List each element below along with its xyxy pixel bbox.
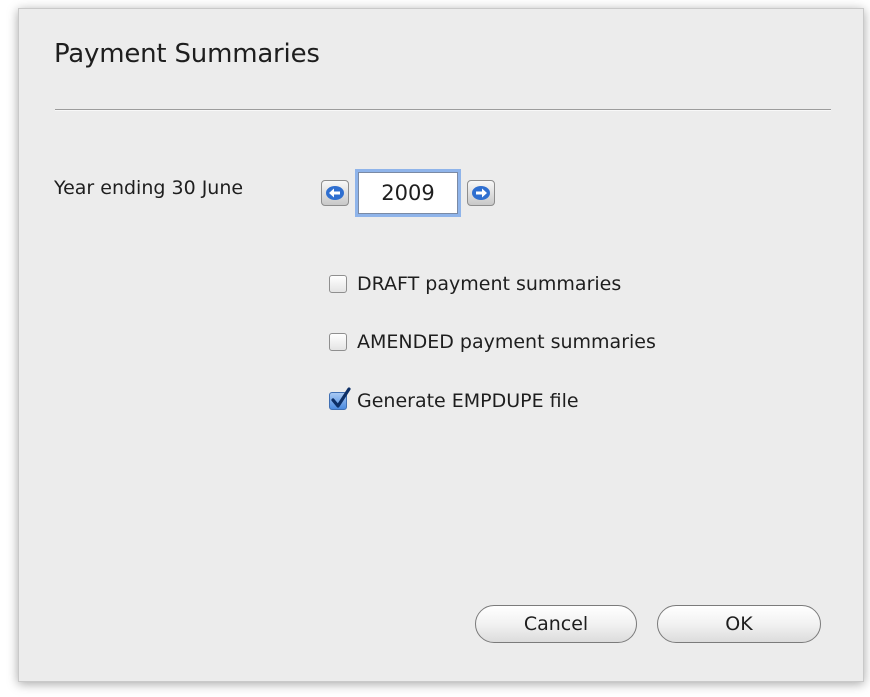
draft-checkbox-label: DRAFT payment summaries: [357, 273, 622, 295]
cancel-button[interactable]: Cancel: [475, 605, 637, 643]
left-arrow-icon: [326, 186, 344, 200]
option-draft-payment-summaries[interactable]: DRAFT payment summaries: [329, 273, 621, 295]
empdupe-checkbox-label: Generate EMPDUPE file: [357, 390, 579, 412]
increment-year-button[interactable]: [467, 180, 495, 206]
year-input[interactable]: 2009: [358, 172, 458, 214]
dialog-title: Payment Summaries: [54, 39, 320, 69]
title-separator: [55, 109, 831, 111]
amended-checkbox-label: AMENDED payment summaries: [357, 331, 656, 353]
year-stepper: 2009: [321, 169, 497, 217]
right-arrow-icon: [472, 186, 490, 200]
option-generate-empdupe-file[interactable]: Generate EMPDUPE file: [329, 387, 579, 412]
payment-summaries-dialog: Payment Summaries Year ending 30 June 20…: [18, 8, 864, 682]
option-amended-payment-summaries[interactable]: AMENDED payment summaries: [329, 331, 656, 353]
decrement-year-button[interactable]: [321, 180, 349, 206]
amended-checkbox[interactable]: [329, 333, 347, 351]
year-ending-label: Year ending 30 June: [54, 177, 244, 199]
empdupe-checkbox[interactable]: [329, 387, 351, 410]
checkmark-icon: [331, 387, 351, 408]
draft-checkbox[interactable]: [329, 275, 347, 293]
ok-button[interactable]: OK: [657, 605, 821, 643]
